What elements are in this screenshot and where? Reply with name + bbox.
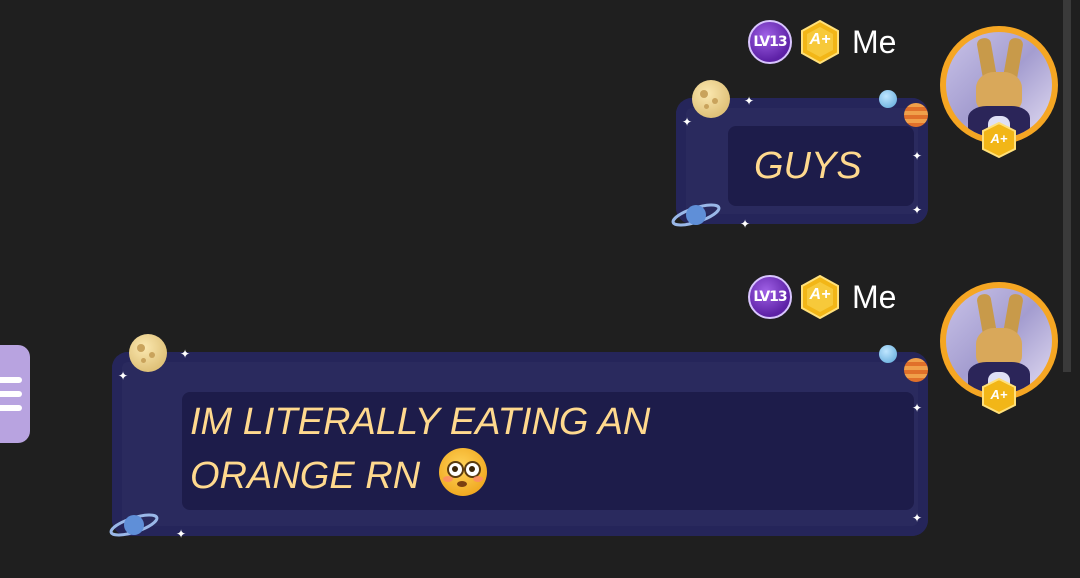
rank-badge[interactable]: A+ — [800, 20, 840, 64]
avatar[interactable]: A+ — [940, 26, 1058, 159]
planet-icon — [904, 358, 928, 382]
star-icon: ✦ — [912, 511, 923, 525]
flushed-face-icon — [438, 448, 487, 496]
scrollbar[interactable] — [1063, 0, 1071, 372]
username[interactable]: Me — [852, 24, 896, 61]
star-icon: ✦ — [912, 203, 923, 217]
star-icon: ✦ — [912, 149, 923, 163]
level-label: LV13 — [753, 289, 787, 305]
level-badge[interactable]: LV13 — [748, 20, 792, 64]
saturn-icon — [109, 513, 159, 537]
star-icon: ✦ — [744, 94, 755, 108]
username[interactable]: Me — [852, 279, 896, 316]
rank-badge[interactable]: A+ — [800, 275, 840, 319]
avatar-badge-label: A+ — [990, 131, 1008, 146]
planet-icon — [879, 90, 897, 108]
avatar-rank-badge: A+ — [979, 377, 1019, 415]
message-text-line-2: ORANGE RN — [190, 455, 421, 497]
planet-icon — [879, 345, 897, 363]
rank-badge-label: A+ — [809, 31, 831, 48]
star-icon: ✦ — [176, 527, 187, 541]
message-text-line-1: IM LITERALLY EATING AN — [190, 401, 651, 443]
avatar-rank-badge: A+ — [979, 121, 1019, 159]
message-text: IM LITERALLY EATING AN ORANGE RN — [190, 396, 650, 502]
star-icon: ✦ — [180, 347, 191, 361]
moon-icon — [692, 80, 730, 118]
star-icon: ✦ — [682, 115, 693, 129]
message-bubble[interactable]: IM LITERALLY EATING AN ORANGE RN — [112, 352, 928, 536]
star-icon: ✦ — [118, 369, 129, 383]
message-header: LV13 A+ Me — [748, 275, 896, 319]
level-badge[interactable]: LV13 — [748, 275, 792, 319]
side-menu-handle[interactable] — [0, 345, 30, 443]
planet-icon — [904, 103, 928, 127]
level-label: LV13 — [753, 34, 787, 50]
message-text: GUYS — [754, 145, 862, 187]
avatar[interactable]: A+ — [940, 282, 1058, 415]
rank-badge-label: A+ — [809, 286, 831, 303]
moon-icon — [129, 334, 167, 372]
star-icon: ✦ — [912, 401, 923, 415]
message-header: LV13 A+ Me — [748, 20, 896, 64]
saturn-icon — [671, 203, 721, 227]
star-icon: ✦ — [740, 217, 751, 231]
avatar-badge-label: A+ — [990, 387, 1008, 402]
